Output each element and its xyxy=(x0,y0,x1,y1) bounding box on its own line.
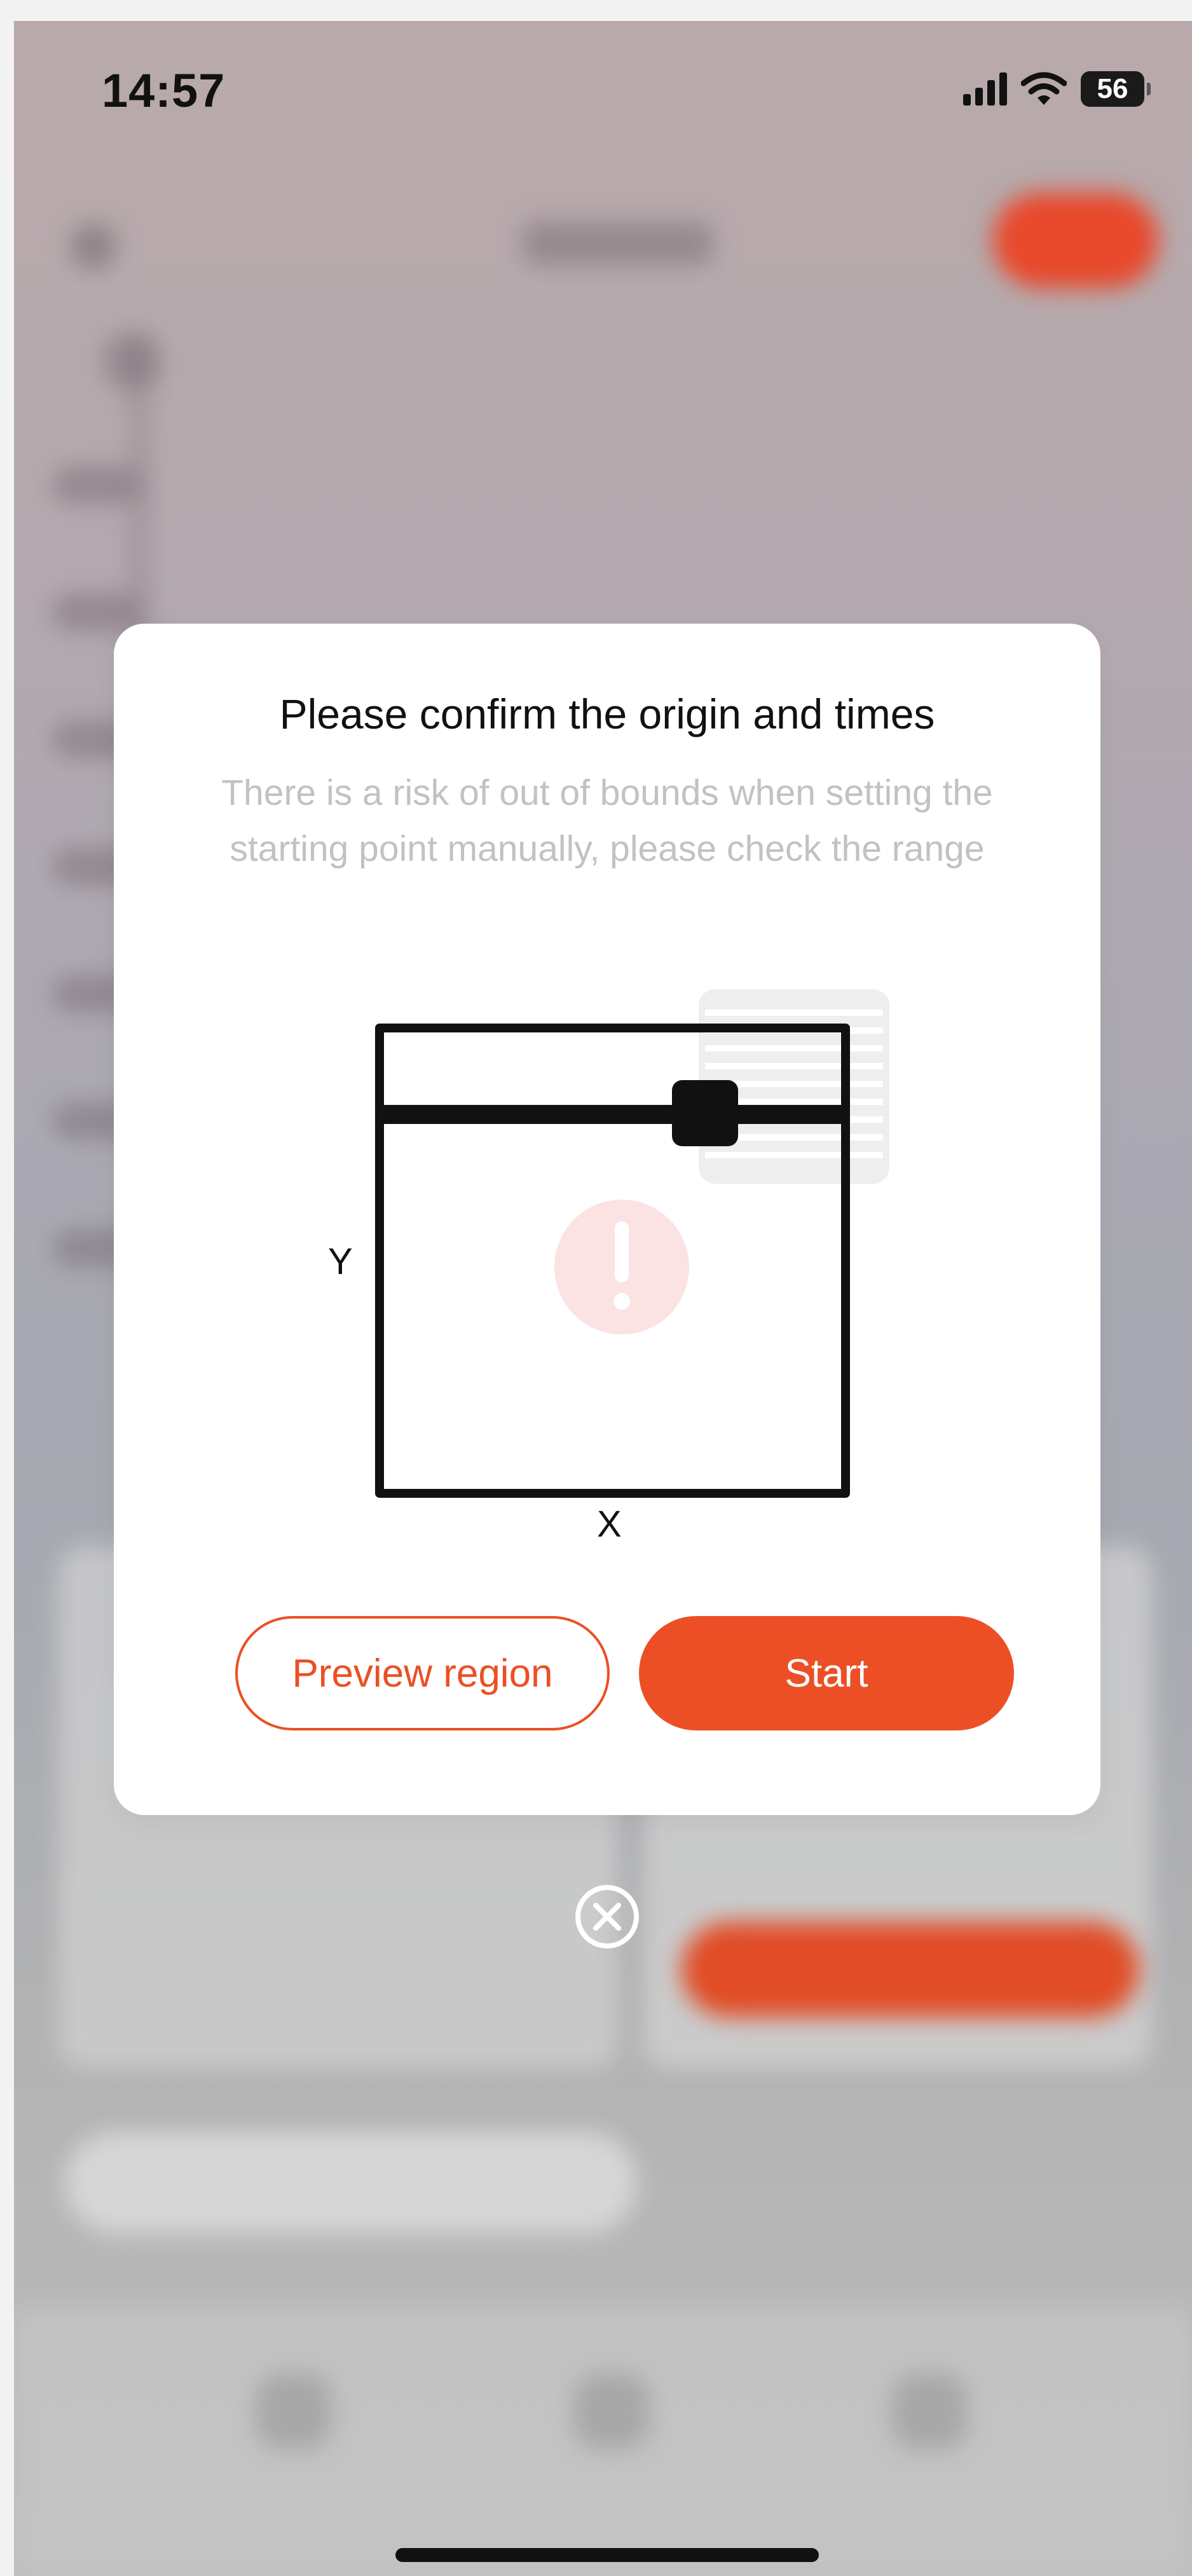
close-icon[interactable] xyxy=(573,1883,641,1950)
tab-icon xyxy=(256,2373,332,2449)
home-indicator xyxy=(395,2548,819,2562)
tab-icon xyxy=(891,2373,968,2449)
back-icon xyxy=(71,224,116,269)
option-strip-blurred xyxy=(65,2132,637,2233)
header-action-button-blurred xyxy=(993,193,1158,288)
list-item-blurred xyxy=(52,466,141,504)
work-area-frame xyxy=(375,1024,850,1498)
status-icons: 56 xyxy=(963,71,1151,107)
cellular-signal-icon xyxy=(963,72,1007,106)
x-axis-label: X xyxy=(597,1504,622,1545)
list-item-blurred xyxy=(52,593,141,631)
confirm-origin-dialog: Please confirm the origin and times Ther… xyxy=(114,624,1100,1815)
timeline-dot xyxy=(103,332,160,390)
page-title-blurred xyxy=(523,221,713,266)
battery-icon: 56 xyxy=(1081,71,1151,107)
status-time: 14:57 xyxy=(102,64,226,117)
preview-region-button[interactable]: Preview region xyxy=(235,1616,610,1730)
laser-head-icon xyxy=(672,1080,738,1146)
engraving-image-icon xyxy=(699,989,889,1184)
dialog-description: There is a risk of out of bounds when se… xyxy=(221,772,993,869)
tab-icon xyxy=(573,2373,650,2449)
dialog-title: Please confirm the origin and times xyxy=(279,690,935,737)
primary-action-bar-blurred xyxy=(682,1922,1139,2017)
wifi-icon xyxy=(1021,72,1067,105)
warning-exclamation-icon xyxy=(554,1200,689,1334)
start-button[interactable]: Start xyxy=(639,1616,1014,1730)
y-axis-label: Y xyxy=(328,1241,353,1282)
battery-level: 56 xyxy=(1097,73,1128,104)
